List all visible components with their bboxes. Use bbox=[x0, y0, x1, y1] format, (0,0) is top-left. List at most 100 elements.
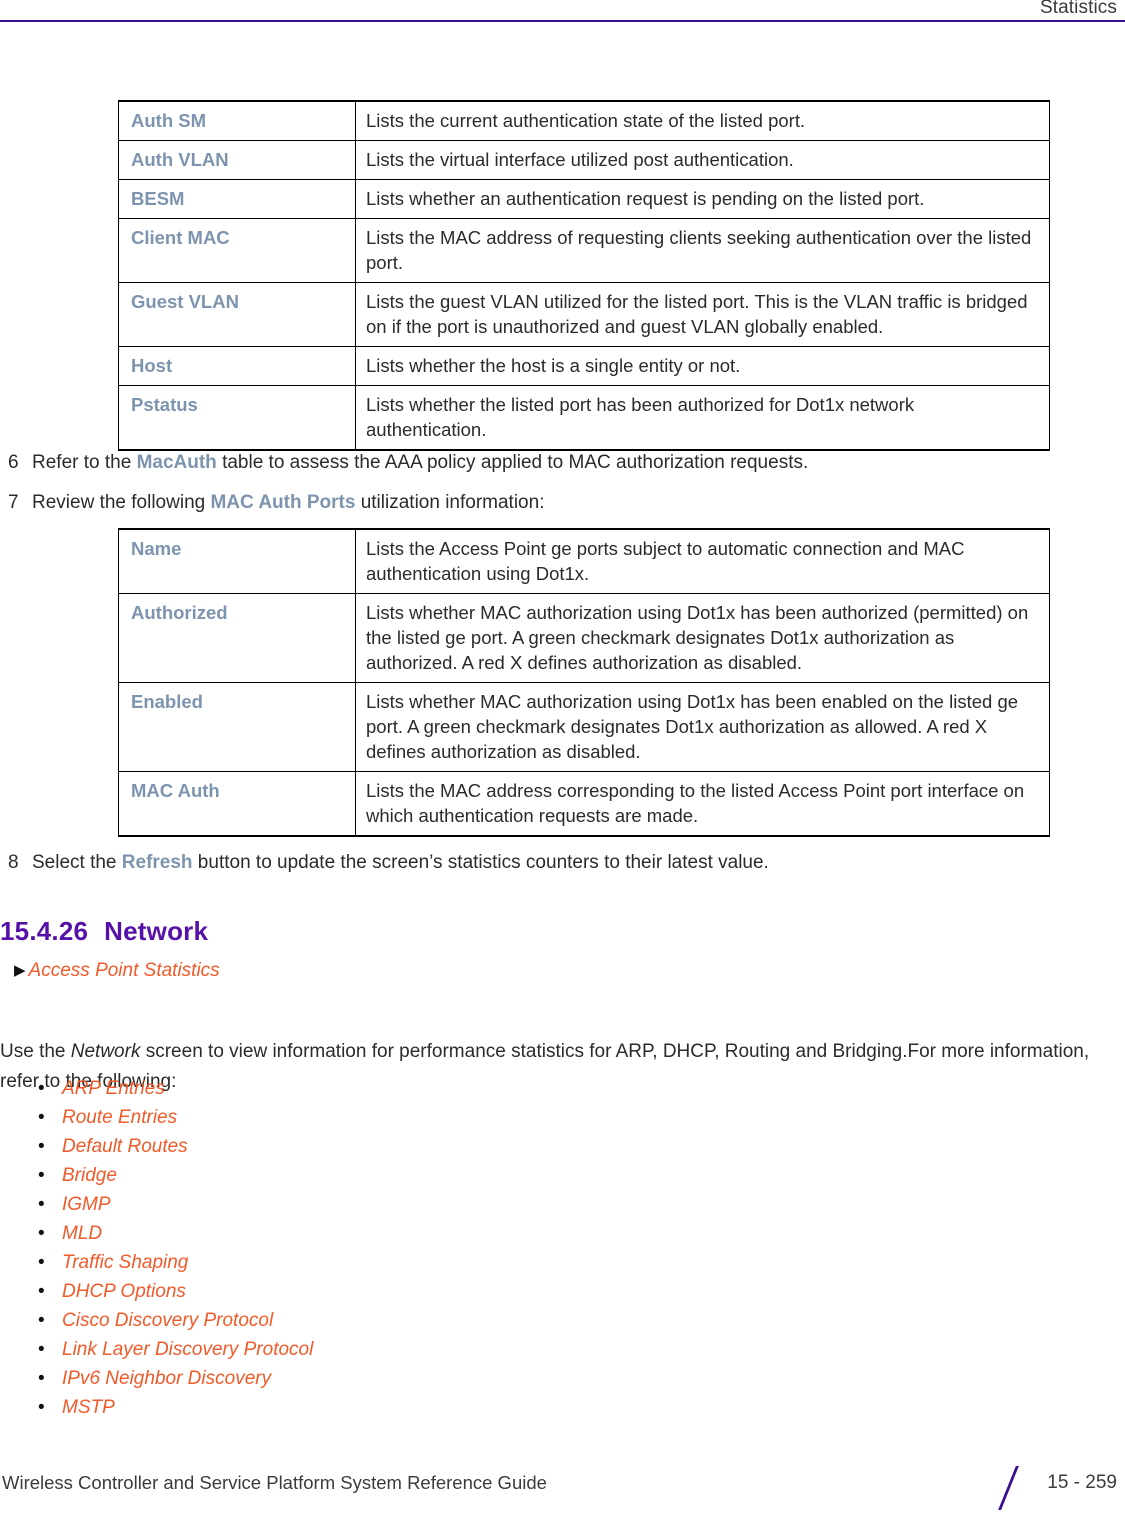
table-cell-term: Authorized bbox=[118, 593, 356, 683]
page-footer: Wireless Controller and Service Platform… bbox=[0, 1466, 1125, 1517]
table-cell-desc: Lists the current authentication state o… bbox=[355, 100, 1050, 141]
list-item[interactable]: • Cisco Discovery Protocol bbox=[0, 1306, 313, 1335]
bullet-icon: • bbox=[38, 1339, 45, 1360]
list-item[interactable]: • Link Layer Discovery Protocol bbox=[0, 1335, 313, 1364]
list-item-label[interactable]: Bridge bbox=[62, 1165, 117, 1186]
macauth-table-wrapper: Name Lists the Access Point ge ports sub… bbox=[0, 528, 1125, 837]
intro-italic-term: Network bbox=[70, 1041, 141, 1062]
table-row: Enabled Lists whether MAC authorization … bbox=[118, 682, 1050, 772]
bullet-icon: • bbox=[38, 1165, 45, 1186]
list-item[interactable]: • DHCP Options bbox=[0, 1277, 313, 1306]
step-reference: MAC Auth Ports bbox=[210, 492, 356, 513]
list-item[interactable]: • Default Routes bbox=[0, 1132, 313, 1161]
section-title: Network bbox=[104, 916, 209, 946]
list-item-label[interactable]: Default Routes bbox=[62, 1136, 188, 1157]
section-heading: 15.4.26 Network bbox=[0, 916, 208, 947]
table-cell-term: Auth VLAN bbox=[118, 140, 356, 180]
macauth-ports-table: Name Lists the Access Point ge ports sub… bbox=[118, 528, 1050, 837]
step-text-before: Select the bbox=[32, 852, 122, 873]
breadcrumb[interactable]: ▶ Access Point Statistics bbox=[14, 960, 220, 982]
list-item-label[interactable]: Cisco Discovery Protocol bbox=[62, 1310, 273, 1331]
list-item[interactable]: • Bridge bbox=[0, 1161, 313, 1190]
bullet-icon: • bbox=[38, 1078, 45, 1099]
list-item[interactable]: • MSTP bbox=[0, 1393, 313, 1422]
bullet-icon: • bbox=[38, 1194, 45, 1215]
table-cell-term: Auth SM bbox=[118, 100, 356, 141]
table-cell-desc: Lists the MAC address of requesting clie… bbox=[355, 218, 1050, 283]
list-item-label[interactable]: Traffic Shaping bbox=[62, 1252, 188, 1273]
breadcrumb-label[interactable]: Access Point Statistics bbox=[29, 960, 220, 981]
bullet-icon: • bbox=[38, 1310, 45, 1331]
step-text-after: utilization information: bbox=[355, 492, 545, 513]
step-text-after: button to update the screen’s statistics… bbox=[192, 852, 769, 873]
list-item-label[interactable]: MLD bbox=[62, 1223, 102, 1244]
list-item-label[interactable]: IGMP bbox=[62, 1194, 111, 1215]
related-links-list: • ARP Entries • Route Entries • Default … bbox=[0, 1074, 313, 1422]
table-row: MAC Auth Lists the MAC address correspon… bbox=[118, 771, 1050, 837]
list-item[interactable]: • MLD bbox=[0, 1219, 313, 1248]
table-cell-desc: Lists the guest VLAN utilized for the li… bbox=[355, 282, 1050, 347]
bullet-icon: • bbox=[38, 1107, 45, 1128]
footer-page-number: 15 - 259 bbox=[1047, 1472, 1117, 1493]
step-reference: Refresh bbox=[121, 852, 193, 873]
table-cell-desc: Lists the virtual interface utilized pos… bbox=[355, 140, 1050, 180]
step-reference: MacAuth bbox=[136, 452, 217, 473]
table-row: BESM Lists whether an authentication req… bbox=[118, 179, 1050, 219]
intro-text-before: Use the bbox=[0, 1041, 71, 1062]
step-text-before: Review the following bbox=[32, 492, 211, 513]
list-item-label[interactable]: MSTP bbox=[62, 1397, 115, 1418]
list-item[interactable]: • ARP Entries bbox=[0, 1074, 313, 1103]
list-item-label[interactable]: DHCP Options bbox=[62, 1281, 186, 1302]
table-cell-desc: Lists whether the listed port has been a… bbox=[355, 385, 1050, 451]
step-text-after: table to assess the AAA policy applied t… bbox=[216, 452, 809, 473]
bullet-icon: • bbox=[38, 1136, 45, 1157]
page-header-title: Statistics bbox=[1039, 0, 1117, 18]
table-cell-desc: Lists the Access Point ge ports subject … bbox=[355, 528, 1050, 594]
page-header-rule bbox=[0, 20, 1125, 22]
list-item[interactable]: • IPv6 Neighbor Discovery bbox=[0, 1364, 313, 1393]
table-cell-desc: Lists whether MAC authorization using Do… bbox=[355, 593, 1050, 683]
table-cell-term: Name bbox=[118, 528, 356, 594]
list-item[interactable]: • Route Entries bbox=[0, 1103, 313, 1132]
slash-divider-icon bbox=[998, 1466, 1019, 1510]
list-item-label[interactable]: Link Layer Discovery Protocol bbox=[62, 1339, 313, 1360]
macauth-ports-table-body: Name Lists the Access Point ge ports sub… bbox=[118, 528, 1050, 837]
table-row: Client MAC Lists the MAC address of requ… bbox=[118, 218, 1050, 283]
step-7: 7 Review the following MAC Auth Ports ut… bbox=[0, 490, 1080, 516]
table-row: Auth VLAN Lists the virtual interface ut… bbox=[118, 140, 1050, 180]
table-row: Host Lists whether the host is a single … bbox=[118, 346, 1050, 386]
step-8: 8 Select the Refresh button to update th… bbox=[0, 850, 1080, 876]
table-cell-term: Enabled bbox=[118, 682, 356, 772]
step-text: Select the Refresh button to update the … bbox=[32, 850, 1080, 876]
table-row: Name Lists the Access Point ge ports sub… bbox=[118, 528, 1050, 594]
step-number: 6 bbox=[8, 452, 19, 473]
list-item[interactable]: • IGMP bbox=[0, 1190, 313, 1219]
bullet-icon: • bbox=[38, 1252, 45, 1273]
bullet-icon: • bbox=[38, 1223, 45, 1244]
list-item-label[interactable]: Route Entries bbox=[62, 1107, 177, 1128]
table-row: Authorized Lists whether MAC authorizati… bbox=[118, 593, 1050, 683]
page-header: Statistics bbox=[0, 0, 1125, 22]
list-item-label[interactable]: ARP Entries bbox=[62, 1078, 165, 1099]
step-number: 7 bbox=[8, 492, 19, 513]
table-cell-term: Guest VLAN bbox=[118, 282, 356, 347]
list-item-label[interactable]: IPv6 Neighbor Discovery bbox=[62, 1368, 271, 1389]
table-row: Auth SM Lists the current authentication… bbox=[118, 100, 1050, 141]
table-cell-term: BESM bbox=[118, 179, 356, 219]
table-cell-desc: Lists whether MAC authorization using Do… bbox=[355, 682, 1050, 772]
triangle-right-icon: ▶ bbox=[14, 962, 26, 979]
list-item[interactable]: • Traffic Shaping bbox=[0, 1248, 313, 1277]
step-text: Review the following MAC Auth Ports util… bbox=[32, 490, 1080, 516]
table-cell-term: MAC Auth bbox=[118, 771, 356, 837]
step-6: 6 Refer to the MacAuth table to assess t… bbox=[0, 450, 1080, 476]
table-cell-term: Client MAC bbox=[118, 218, 356, 283]
step-text: Refer to the MacAuth table to assess the… bbox=[32, 450, 1080, 476]
table-cell-desc: Lists whether the host is a single entit… bbox=[355, 346, 1050, 386]
auth-table-wrapper: Auth SM Lists the current authentication… bbox=[0, 100, 1125, 451]
bullet-icon: • bbox=[38, 1368, 45, 1389]
auth-fields-table: Auth SM Lists the current authentication… bbox=[118, 100, 1050, 451]
table-row: Pstatus Lists whether the listed port ha… bbox=[118, 385, 1050, 451]
auth-fields-table-body: Auth SM Lists the current authentication… bbox=[118, 100, 1050, 451]
table-cell-term: Host bbox=[118, 346, 356, 386]
table-row: Guest VLAN Lists the guest VLAN utilized… bbox=[118, 282, 1050, 347]
